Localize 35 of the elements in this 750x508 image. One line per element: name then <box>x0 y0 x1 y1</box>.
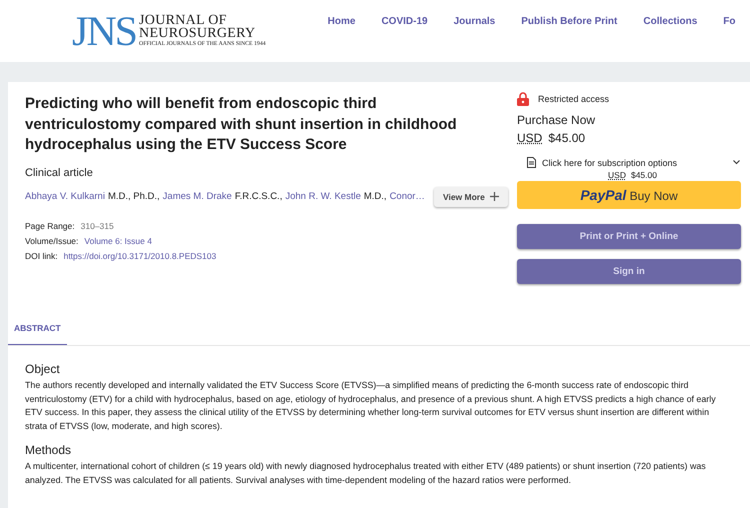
nav-link[interactable]: Publish Before Print <box>521 16 618 27</box>
currency-label: USD <box>517 131 542 145</box>
abstract-paragraph: A multicenter, international cohort of children (≤ 19 years old) with newly diagnosed hydrocephalus treated with either ETV (489 patients) or shunt insertion (720 patients) was analyzed. The ETVSS was calculated for all patients. Survival analyses with time-dependent modeling of the hazard ratios were performed. <box>25 460 707 487</box>
view-more-button[interactable]: View More <box>434 186 508 206</box>
chevron-down-icon <box>733 160 740 165</box>
meta-label: Volume/Issue: <box>25 236 78 248</box>
meta-label: Page Range: <box>25 220 75 233</box>
meta-label: DOI link: <box>25 250 58 262</box>
author-list: Abhaya V. Kulkarni M.D., Ph.D., James M. Drake F.R.C.S.C., John R. W. Kestle M.D., Conor… <box>25 191 428 202</box>
price: $45.00 <box>548 131 586 145</box>
purchase-heading: Purchase Now <box>517 113 596 127</box>
paypal-buy-button[interactable]: PayPal Buy Now <box>517 181 741 209</box>
nav-link[interactable]: Home <box>328 16 356 27</box>
tab[interactable]: ABSTRACT <box>8 319 67 345</box>
nav-link[interactable]: Collections <box>643 16 698 27</box>
subscription-options-link[interactable]: Click here for subscription options <box>542 158 727 168</box>
lock-icon <box>517 92 529 106</box>
nav-link[interactable]: COVID-19 <box>381 16 428 27</box>
meta-value: 310–315 <box>80 220 114 232</box>
nav-link[interactable]: Journals <box>454 16 496 27</box>
meta-link[interactable]: Volume 6: Issue 4 <box>84 236 152 250</box>
document-icon <box>527 157 536 168</box>
meta-link[interactable]: https://doi.org/10.3171/2010.8.PEDS103 <box>64 250 216 266</box>
price: $45.00 <box>630 170 657 180</box>
plus-icon <box>490 192 499 201</box>
nav-link[interactable]: Fo <box>723 16 736 27</box>
currency-label: USD <box>608 170 626 180</box>
article-type: Clinical article <box>25 166 94 178</box>
section-heading: Object <box>25 362 61 376</box>
purchase-option-button[interactable]: Sign in <box>517 259 741 284</box>
article-title: Predicting who will benefit from endoscopic third ventriculostomy compared with shunt insertion in childhood hydrocephalus using the ETV Success Score <box>25 94 458 155</box>
section-heading: Methods <box>25 443 72 458</box>
purchase-option-button[interactable]: Print or Print + Online <box>517 224 741 249</box>
restricted-access-label: Restricted access <box>538 94 610 104</box>
abstract-paragraph: The authors recently developed and internally validated the ETV Success Score (ETVSS)—a simplified means of predicting the 6-month success rate of endoscopic third ventriculostomy (ETV) for a child with hydrocephalus, based on age, etiology of hydrocephalus, and presence of a previous shunt. A high ETVSS predicts a high chance of early ETV success. In this paper, they assess the clinical utility of the ETVSS by determining whether long-term survival outcomes for ETV versus shunt insertion are different within strata of ETVSS (low, moderate, and high scores). <box>25 379 717 433</box>
